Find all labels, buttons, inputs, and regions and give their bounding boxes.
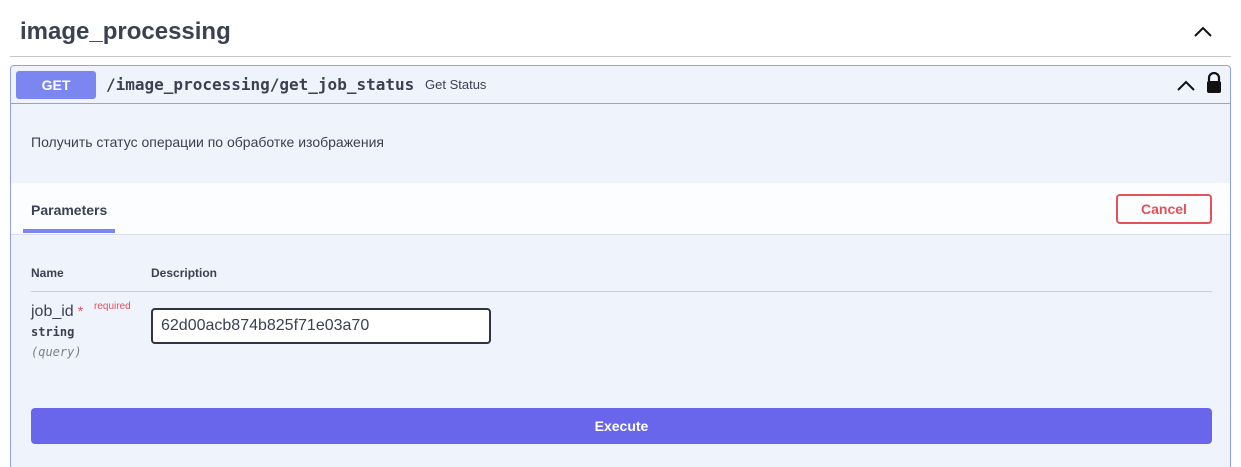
operation-block: GET /image_processing/get_job_status Get…: [10, 65, 1231, 467]
swagger-page: image_processing GET /image_processing/g…: [0, 0, 1241, 467]
cancel-button[interactable]: Cancel: [1116, 194, 1212, 224]
parameter-name-label: job_id: [31, 303, 74, 320]
table-divider: [31, 291, 1212, 292]
operation-summary[interactable]: GET /image_processing/get_job_status Get…: [11, 66, 1230, 104]
parameters-header: Parameters Cancel: [11, 183, 1230, 235]
chevron-up-icon[interactable]: [1191, 20, 1215, 44]
chevron-up-icon[interactable]: [1174, 74, 1198, 98]
tab-parameters[interactable]: Parameters: [31, 201, 107, 219]
operation-summary-text: Get Status: [425, 77, 487, 92]
job-id-input[interactable]: [151, 308, 491, 344]
required-star: *: [77, 303, 84, 319]
parameter-type: string: [31, 325, 75, 339]
section-header[interactable]: image_processing: [10, 0, 1231, 57]
operation-path[interactable]: /image_processing/get_job_status: [106, 74, 414, 96]
required-label: required: [94, 301, 131, 312]
column-header-description: Description: [151, 266, 218, 280]
lock-icon[interactable]: [1205, 72, 1223, 94]
execute-button[interactable]: Execute: [31, 408, 1212, 444]
section-title[interactable]: image_processing: [20, 17, 231, 47]
parameter-location: (query): [31, 345, 82, 359]
tab-underline: [23, 229, 115, 233]
operation-description: Получить статус операции по обработке из…: [31, 134, 384, 150]
parameter-name: job_id *: [31, 301, 83, 322]
column-header-name: Name: [31, 266, 64, 280]
method-badge[interactable]: GET: [16, 71, 96, 99]
